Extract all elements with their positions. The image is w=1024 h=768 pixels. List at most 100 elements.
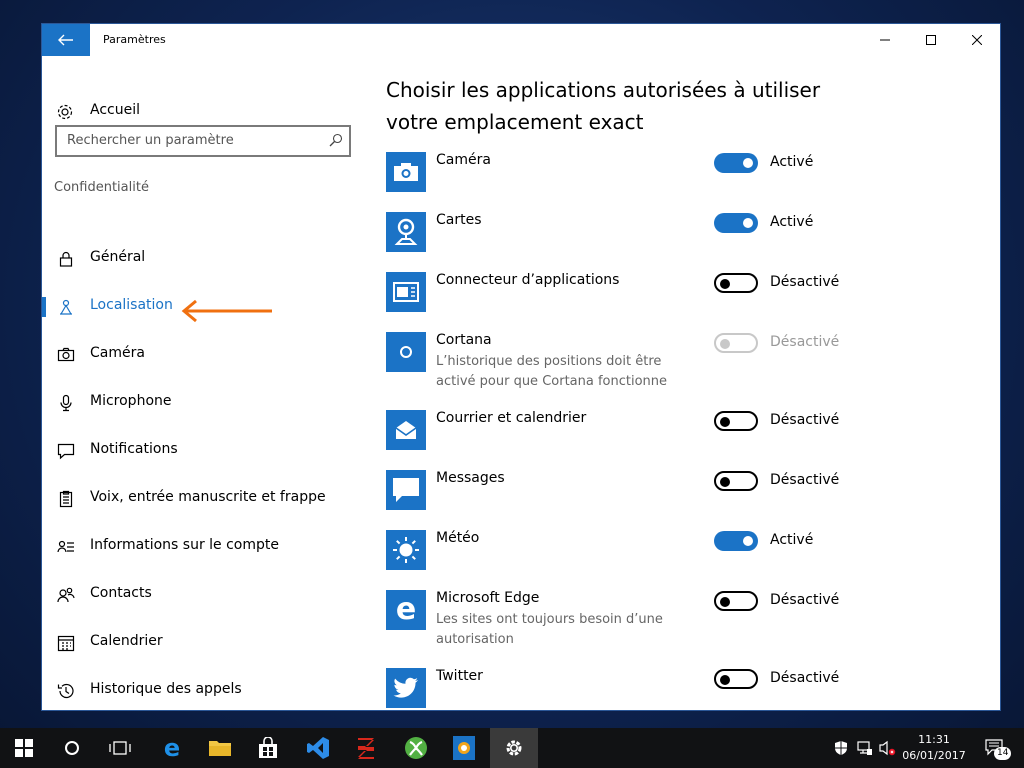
sidebar-item-label: Général — [90, 249, 146, 265]
toggle-state: Activé — [770, 214, 814, 230]
app-row-camera: Caméra Activé — [386, 152, 986, 208]
minimize-button[interactable] — [862, 24, 908, 56]
title-bar[interactable]: Paramètres — [42, 24, 1000, 56]
taskbar-settings[interactable] — [490, 728, 538, 768]
sidebar-item-label: Historique des appels — [90, 681, 242, 697]
account-info-icon — [57, 540, 74, 553]
twitter-icon — [386, 668, 426, 708]
sidebar-item-microphone[interactable]: Microphone — [42, 383, 372, 423]
cortana-toggle — [714, 333, 758, 353]
microphone-icon — [60, 394, 72, 412]
cortana-search-button[interactable] — [48, 728, 96, 768]
page-title: Choisir les applications autorisées à ut… — [386, 78, 821, 134]
toggle-state: Désactivé — [770, 472, 840, 488]
gear-icon — [506, 740, 522, 756]
sidebar-item-location[interactable]: Localisation — [42, 287, 372, 327]
taskbar-xbox[interactable] — [392, 728, 440, 768]
messages-toggle[interactable] — [714, 471, 758, 491]
clock-date: 06/01/2017 — [902, 749, 966, 762]
taskbar-clock[interactable]: 11:31 06/01/2017 — [898, 732, 970, 764]
toggle-state: Désactivé — [770, 670, 840, 686]
taskbar-filezilla[interactable] — [342, 728, 390, 768]
toggle-state: Activé — [770, 154, 814, 170]
app-name: Cortana — [436, 332, 492, 348]
search-input[interactable]: Rechercher un paramètre — [55, 125, 351, 157]
volume-muted-icon — [879, 740, 896, 756]
search-icon — [329, 133, 343, 147]
app-name: Twitter — [436, 668, 483, 684]
sidebar-item-call-history[interactable]: Historique des appels — [42, 671, 372, 710]
sidebar-item-general[interactable]: Général — [42, 239, 372, 279]
camera-icon — [57, 347, 75, 362]
window-title: Paramètres — [103, 33, 166, 46]
app-shield-icon — [453, 736, 475, 760]
app-row-messages: Messages Désactivé — [386, 470, 986, 526]
task-view-icon — [109, 741, 131, 755]
sidebar-item-calendar[interactable]: Calendrier — [42, 623, 372, 663]
start-button[interactable] — [0, 728, 48, 768]
taskbar-edge[interactable]: e — [148, 728, 196, 768]
edge-taskbar-icon: e — [163, 734, 181, 762]
active-indicator — [42, 297, 46, 317]
toggle-knob — [743, 158, 753, 168]
notification-icon — [57, 443, 75, 460]
calendar-icon — [57, 635, 75, 652]
clipboard-icon — [59, 490, 73, 508]
taskbar-settings-alt[interactable] — [440, 728, 488, 768]
sidebar-item-notifications[interactable]: Notifications — [42, 431, 372, 471]
clock-time: 11:31 — [918, 733, 950, 746]
app-connector-toggle[interactable] — [714, 273, 758, 293]
app-row-app-connector: Connecteur d’applications Désactivé — [386, 272, 986, 328]
taskbar-visual-studio[interactable] — [294, 728, 342, 768]
sidebar-item-label: Caméra — [90, 345, 145, 361]
app-name: Connecteur d’applications — [436, 272, 620, 288]
app-name: Courrier et calendrier — [436, 410, 587, 426]
home-link[interactable]: Accueil — [56, 102, 176, 122]
main-content: Choisir les applications autorisées à ut… — [386, 56, 1000, 710]
sidebar-item-label: Contacts — [90, 585, 152, 601]
app-connector-icon — [386, 272, 426, 312]
close-button[interactable] — [954, 24, 1000, 56]
sidebar-item-label: Informations sur le compte — [90, 537, 279, 553]
messages-icon — [386, 470, 426, 510]
app-row-mail-calendar: Courrier et calendrier Désactivé — [386, 410, 986, 466]
location-icon — [60, 299, 72, 315]
sidebar-item-label: Voix, entrée manuscrite et frappe — [90, 489, 326, 505]
maps-toggle[interactable] — [714, 213, 758, 233]
toggle-state: Désactivé — [770, 412, 840, 428]
edge-toggle[interactable] — [714, 591, 758, 611]
close-icon — [972, 35, 982, 45]
app-row-weather: Météo Activé — [386, 530, 986, 586]
sidebar-item-camera[interactable]: Caméra — [42, 335, 372, 375]
app-name: Microsoft Edge — [436, 590, 540, 606]
maximize-button[interactable] — [908, 24, 954, 56]
sidebar-item-contacts[interactable]: Contacts — [42, 575, 372, 615]
taskbar-file-explorer[interactable] — [196, 728, 244, 768]
volume-tray-icon[interactable] — [876, 728, 898, 768]
app-row-cortana: Cortana L’historique des positions doit … — [386, 332, 986, 412]
lock-icon — [59, 251, 73, 267]
notification-count-badge: 14 — [994, 747, 1012, 760]
sidebar-item-speech[interactable]: Voix, entrée manuscrite et frappe — [42, 479, 372, 519]
search-placeholder: Rechercher un paramètre — [67, 133, 234, 148]
defender-tray-icon[interactable] — [830, 728, 852, 768]
toggle-knob — [743, 536, 753, 546]
weather-toggle[interactable] — [714, 531, 758, 551]
mail-calendar-toggle[interactable] — [714, 411, 758, 431]
toggle-knob — [720, 339, 730, 349]
taskbar-store[interactable] — [244, 728, 292, 768]
gear-icon — [57, 104, 73, 120]
camera-toggle[interactable] — [714, 153, 758, 173]
toggle-state: Désactivé — [770, 334, 840, 350]
app-description: L’historique des positions doit être act… — [436, 354, 668, 389]
toggle-knob — [743, 218, 753, 228]
task-view-button[interactable] — [96, 728, 144, 768]
action-center-button[interactable]: 14 — [980, 728, 1012, 768]
twitter-toggle[interactable] — [714, 669, 758, 689]
app-row-maps: Cartes Activé — [386, 212, 986, 268]
settings-window: Paramètres Accueil Rechercher un paramèt… — [41, 23, 1001, 711]
toggle-state: Activé — [770, 532, 814, 548]
network-tray-icon[interactable] — [854, 728, 876, 768]
sidebar-item-account-info[interactable]: Informations sur le compte — [42, 527, 372, 567]
back-button[interactable] — [42, 24, 90, 56]
